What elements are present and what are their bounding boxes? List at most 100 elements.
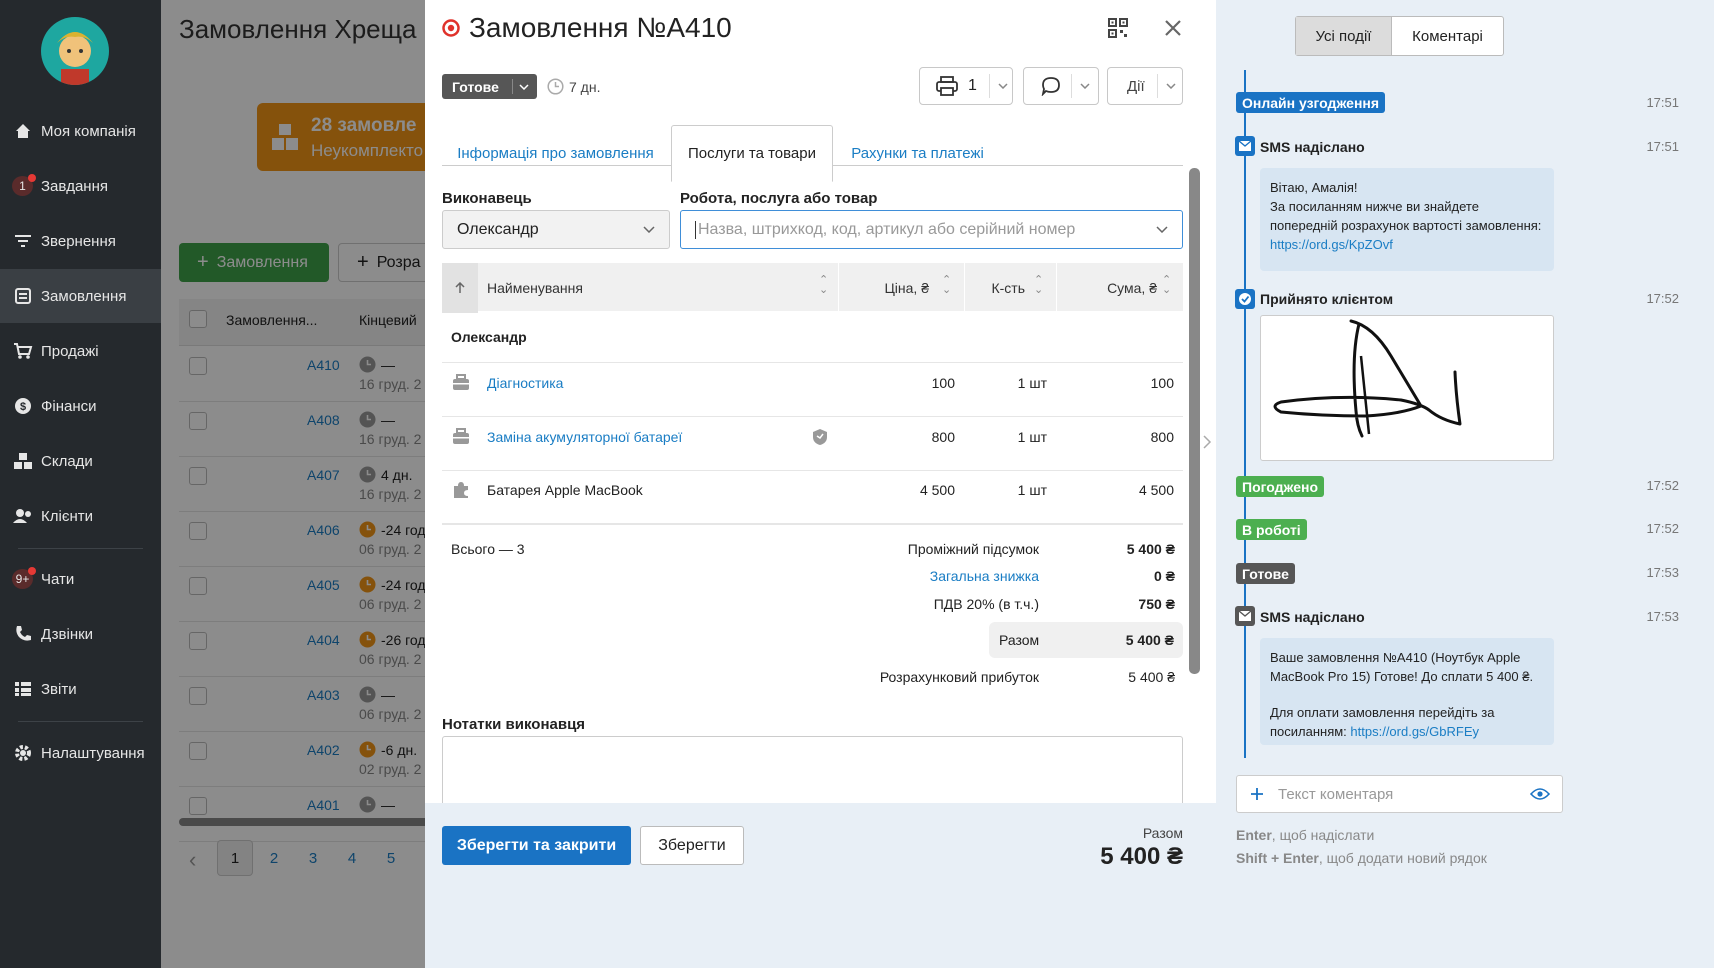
modal-overlay[interactable] [161,0,425,968]
sidebar-item-label: Склади [41,452,93,470]
sidebar-item-reports[interactable]: Звіти [12,678,77,700]
sidebar-item-clients[interactable]: Клієнти [12,505,93,527]
modal-footer: Зберегти та закрити Зберегти Разом 5 400… [425,803,1216,968]
sort-icon[interactable]: ⌃ ⌄ [942,275,951,296]
event-time: 17:53 [1646,609,1679,624]
chevron-down-icon [519,83,529,90]
event-accepted: Прийнято клієнтом [1260,291,1394,307]
tab-services-goods[interactable]: Послуги та товари [671,125,833,182]
event-time: 17:51 [1646,95,1679,110]
printer-icon [936,76,958,96]
total-box: Разом 5 400 ₴ [989,622,1183,658]
chevron-down-icon [998,83,1008,89]
gear-icon [12,743,33,763]
eye-icon[interactable] [1530,787,1550,801]
vat-label: ПДВ 20% (в т.ч.) [933,596,1039,612]
print-button[interactable]: 1 [919,67,1013,105]
sidebar-item-chats[interactable]: 9+ Чати [12,567,74,590]
event-in-work: В роботі [1236,519,1307,540]
comment-input[interactable]: Текст коментаря [1236,775,1563,813]
sidebar-item-settings[interactable]: Налаштування [12,742,145,764]
col-price[interactable]: Ціна, ₴ [839,263,955,313]
sidebar-item-label: Звернення [41,232,116,250]
group-row: Олександр [442,311,1183,363]
tasks-badge: 1 [19,179,26,193]
notes-label: Нотатки виконавця [442,716,586,733]
sort-up-icon[interactable] [442,263,478,313]
sort-icon[interactable]: ⌃ ⌄ [1034,275,1043,296]
event-sms-sent: SMS надіслано [1260,609,1365,625]
work-search-input[interactable]: Назва, штрихкод, код, артикул або серійн… [680,210,1183,249]
check-circle-icon [1235,289,1255,309]
tab-invoices-payments[interactable]: Рахунки та платежі [839,125,996,181]
footer-total-value: 5 400 ₴ [1100,843,1183,870]
plus-icon[interactable] [1250,787,1264,801]
home-icon [12,121,33,141]
sidebar-item-calls[interactable]: Дзвінки [12,623,93,645]
close-icon[interactable] [1164,19,1182,37]
chat-icon: 9+ [12,567,36,589]
tab-all-events[interactable]: Усі події [1296,17,1392,55]
qr-code-icon[interactable] [1108,18,1128,38]
collapse-panel-icon[interactable] [1202,434,1212,450]
item-row[interactable]: Діагностика 100 1 шт 100 [442,364,1183,417]
subtotal-label: Проміжний підсумок [907,541,1039,557]
vertical-scrollbar[interactable] [1189,168,1200,674]
col-name[interactable]: Найменування [487,263,837,313]
sidebar-item-finance[interactable]: $ Фінанси [12,395,97,417]
item-row[interactable]: Батарея Apple MacBook 4 500 1 шт 4 500 [442,471,1183,524]
sort-icon[interactable]: ⌃ ⌄ [1162,275,1171,296]
cart-icon [12,341,33,361]
executor-select[interactable]: Олександр [442,210,670,249]
event-time: 17:52 [1646,291,1679,306]
toolbox-icon [453,374,469,390]
chevron-down-icon [1156,226,1168,233]
tab-order-info[interactable]: Інформація про замовлення [442,125,669,181]
sms-link[interactable]: https://ord.gs/GbRFEy [1350,724,1479,739]
event-time: 17:52 [1646,521,1679,536]
toolbox-icon [453,428,469,444]
item-name[interactable]: Заміна акумуляторної батареї [487,429,682,445]
item-sum: 100 [1150,375,1174,391]
modal-title: Замовлення №A410 [469,12,732,43]
actions-button[interactable]: Дії [1107,67,1183,105]
status-dropdown[interactable]: Готове [442,74,537,99]
event-ready: Готове [1236,563,1295,584]
event-agreed: Погоджено [1236,476,1325,497]
chats-badge: 9+ [15,572,30,586]
item-price: 800 [931,429,955,445]
puzzle-icon [454,482,468,498]
message-button[interactable] [1023,67,1099,105]
item-name[interactable]: Діагностика [487,375,563,391]
order-duration: 7 дн. [569,79,601,95]
orders-icon [12,286,33,306]
sidebar-item-label: Клієнти [41,507,94,525]
tab-comments[interactable]: Коментарі [1392,17,1503,55]
vat-value: 750 ₴ [1138,596,1175,612]
discount-link[interactable]: Загальна знижка [930,568,1039,584]
user-avatar[interactable] [41,17,109,85]
sidebar-item-label: Замовлення [41,287,127,305]
event-time: 17:51 [1646,139,1679,154]
timeline-line [1244,70,1246,758]
item-row[interactable]: Заміна акумуляторної батареї 800 1 шт 800 [442,418,1183,471]
feed-tabs: Усі події Коментарі [1295,16,1504,56]
speech-bubble-icon [1041,77,1060,96]
work-label: Робота, послуга або товар [680,190,878,207]
save-close-button[interactable]: Зберегти та закрити [442,826,631,865]
sidebar-item-requests[interactable]: Звернення [12,230,116,252]
target-icon [442,19,460,37]
sidebar-item-tasks[interactable]: 1 Завдання [12,174,108,197]
sidebar-item-warehouses[interactable]: Склади [12,450,93,472]
profit-label: Розрахунковий прибуток [879,669,1039,685]
sort-icon[interactable]: ⌃ ⌄ [819,275,828,296]
envelope-icon [1235,136,1255,156]
event-time: 17:52 [1646,478,1679,493]
total-count: Всього — 3 [451,541,525,557]
sidebar-item-company[interactable]: Моя компанія [12,120,136,142]
envelope-icon [1235,606,1255,626]
sidebar-item-sales[interactable]: Продажі [12,340,99,362]
sidebar-item-orders[interactable]: Замовлення [0,269,161,323]
sms-link[interactable]: https://ord.gs/KpZOvf [1270,235,1544,254]
save-button[interactable]: Зберегти [640,826,744,865]
